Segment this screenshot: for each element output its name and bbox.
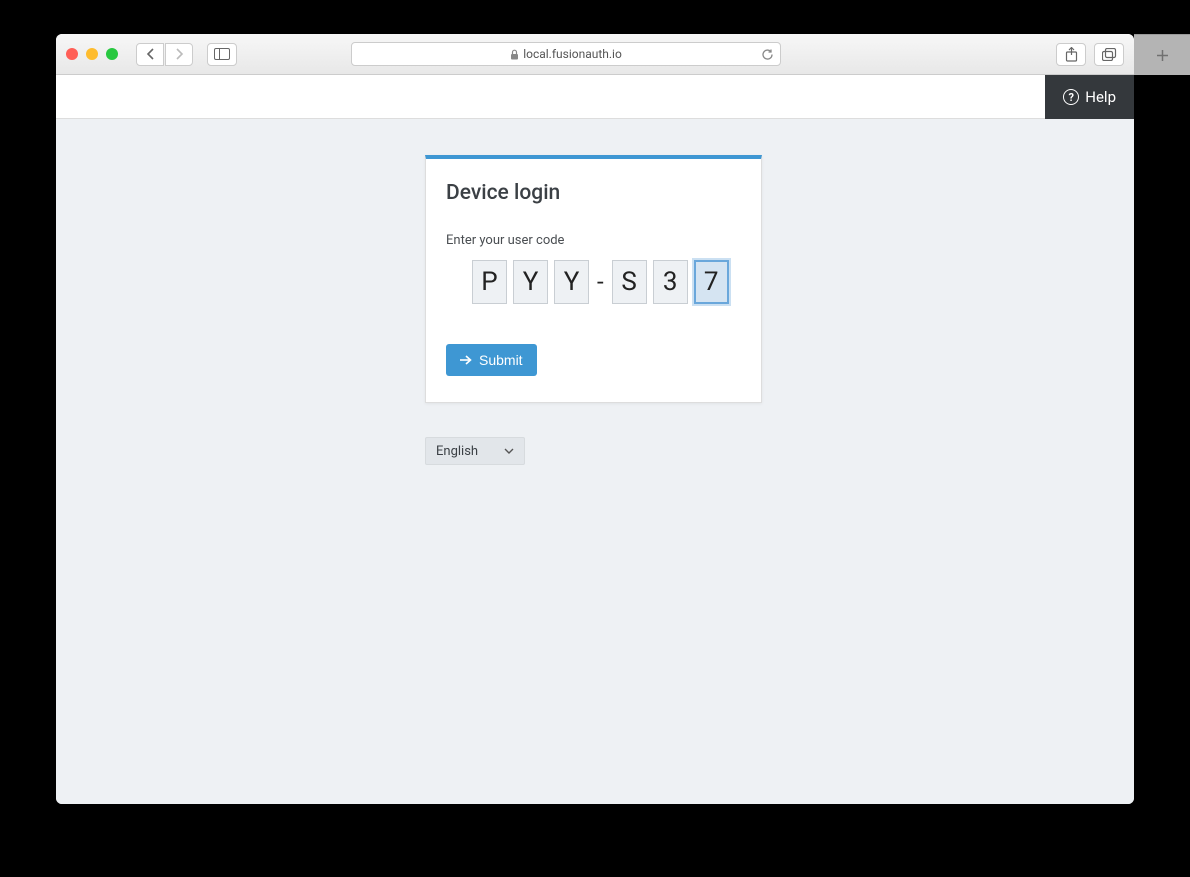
code-input-6[interactable] — [694, 260, 729, 304]
refresh-button[interactable] — [761, 48, 774, 61]
forward-button[interactable] — [165, 43, 193, 66]
code-input-3[interactable] — [554, 260, 589, 304]
chevron-right-icon — [175, 48, 184, 60]
language-select[interactable]: English — [425, 437, 525, 465]
help-label: Help — [1085, 88, 1116, 106]
code-input-2[interactable] — [513, 260, 548, 304]
arrow-right-icon — [460, 355, 472, 365]
maximize-window-button[interactable] — [106, 48, 118, 60]
card-title: Device login — [446, 181, 741, 205]
tabs-icon — [1102, 48, 1117, 61]
nav-buttons — [136, 43, 193, 66]
share-icon — [1065, 47, 1078, 62]
share-button[interactable] — [1056, 43, 1086, 66]
tabs-button[interactable] — [1094, 43, 1124, 66]
minimize-window-button[interactable] — [86, 48, 98, 60]
user-code-inputs: - — [472, 260, 741, 304]
language-selected: English — [436, 444, 478, 459]
sidebar-icon — [214, 48, 230, 60]
chevron-left-icon — [146, 48, 155, 60]
code-separator: - — [595, 268, 606, 296]
app-header: ? Help — [56, 75, 1134, 119]
close-window-button[interactable] — [66, 48, 78, 60]
refresh-icon — [761, 48, 774, 61]
url-bar[interactable]: local.fusionauth.io — [351, 42, 781, 66]
code-input-4[interactable] — [612, 260, 647, 304]
field-label: Enter your user code — [446, 233, 741, 248]
chevron-down-icon — [504, 448, 514, 454]
help-button[interactable]: ? Help — [1045, 75, 1134, 119]
browser-chrome: local.fusionauth.io — [56, 34, 1134, 75]
question-circle-icon: ? — [1063, 89, 1079, 105]
right-toolbar — [1056, 43, 1124, 66]
browser-window: local.fusionauth.io ? Help Device login … — [56, 34, 1134, 804]
device-login-card: Device login Enter your user code - Subm… — [425, 155, 762, 403]
lock-icon — [510, 49, 519, 60]
new-tab-button[interactable] — [1156, 49, 1169, 62]
back-button[interactable] — [136, 43, 164, 66]
url-text: local.fusionauth.io — [523, 47, 622, 61]
plus-icon — [1156, 49, 1169, 62]
code-input-5[interactable] — [653, 260, 688, 304]
sidebar-toggle-button[interactable] — [207, 43, 237, 66]
submit-label: Submit — [479, 352, 523, 368]
new-tab-area — [1134, 34, 1190, 75]
submit-button[interactable]: Submit — [446, 344, 537, 376]
page-content: ? Help Device login Enter your user code… — [56, 75, 1134, 804]
window-controls — [66, 48, 118, 60]
code-input-1[interactable] — [472, 260, 507, 304]
